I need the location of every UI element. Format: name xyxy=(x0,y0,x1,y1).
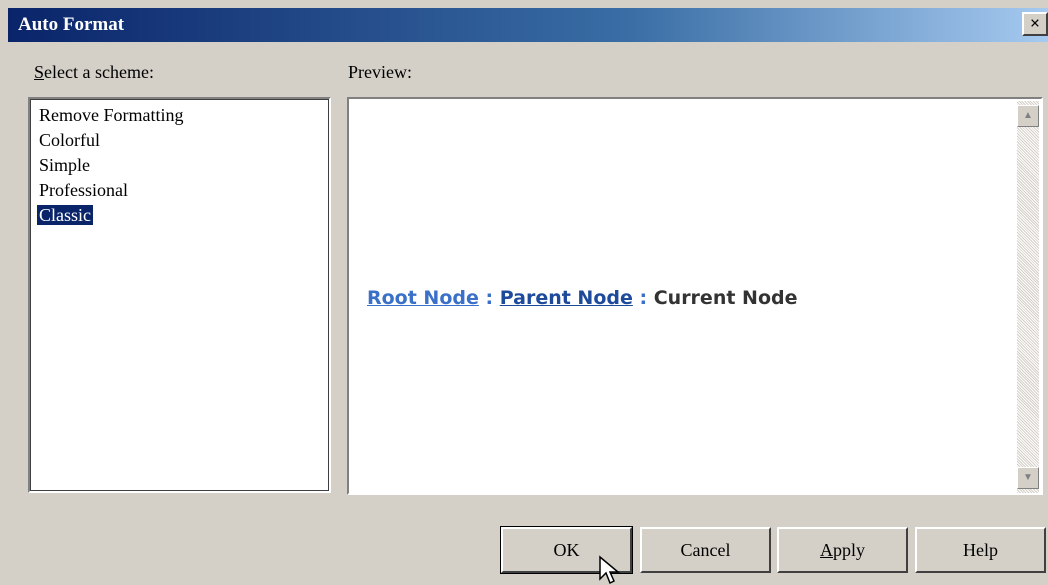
select-scheme-label: Select a scheme: xyxy=(34,62,154,82)
parent-node-link[interactable]: Parent Node xyxy=(500,287,633,309)
breadcrumb-separator: : xyxy=(478,287,500,309)
apply-button[interactable]: Apply xyxy=(777,527,908,573)
scheme-listbox[interactable]: Remove Formatting Colorful Simple Profes… xyxy=(28,97,331,493)
help-button[interactable]: Help xyxy=(915,527,1046,573)
scheme-item-remove-formatting[interactable]: Remove Formatting xyxy=(37,103,329,128)
auto-format-dialog: Auto Format × Select a scheme: Preview: … xyxy=(0,0,1048,585)
preview-breadcrumb: Root Node : Parent Node : Current Node xyxy=(367,287,797,309)
close-icon: × xyxy=(1029,13,1041,33)
dialog-title: Auto Format xyxy=(18,14,125,35)
mouse-pointer-icon xyxy=(599,555,621,585)
title-bar[interactable]: Auto Format × xyxy=(8,8,1048,42)
close-button[interactable]: × xyxy=(1022,12,1048,36)
root-node-link[interactable]: Root Node xyxy=(367,287,479,309)
cancel-button[interactable]: Cancel xyxy=(640,527,771,573)
current-node-text: Current Node xyxy=(653,287,798,309)
breadcrumb-separator: : xyxy=(632,287,654,309)
arrow-up-icon: ▲ xyxy=(1023,110,1033,121)
arrow-down-icon: ▼ xyxy=(1023,472,1033,483)
scheme-item-simple[interactable]: Simple xyxy=(37,153,329,178)
preview-pane: Root Node : Parent Node : Current Node ▲… xyxy=(347,97,1043,495)
preview-label: Preview: xyxy=(348,62,412,82)
preview-scrollbar[interactable]: ▲ ▼ xyxy=(1017,101,1039,493)
scheme-item-colorful[interactable]: Colorful xyxy=(37,128,329,153)
scroll-down-button[interactable]: ▼ xyxy=(1017,467,1039,489)
scheme-item-classic[interactable]: Classic xyxy=(36,203,329,228)
scroll-up-button[interactable]: ▲ xyxy=(1017,105,1039,127)
scheme-item-professional[interactable]: Professional xyxy=(37,178,329,203)
